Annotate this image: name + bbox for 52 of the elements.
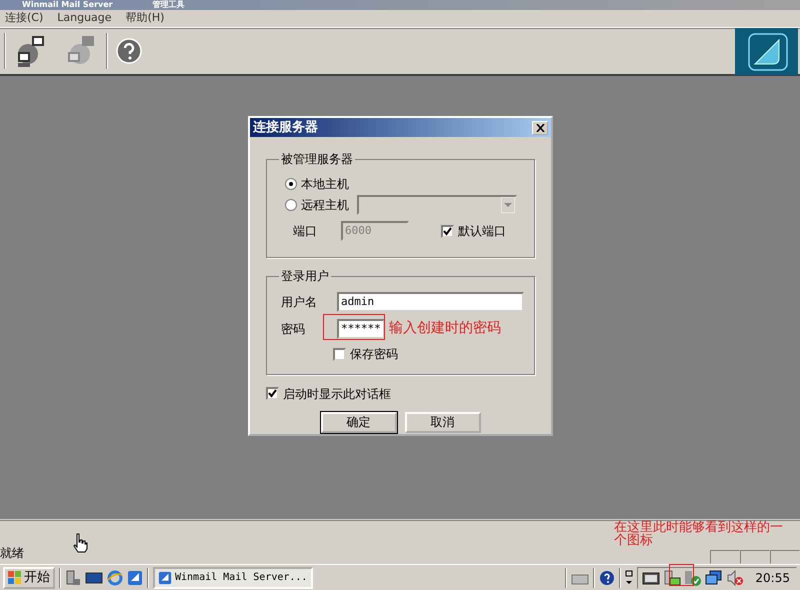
browser-icon[interactable] [107,570,123,586]
mail-app-icon [158,570,172,584]
checkbox[interactable] [266,387,279,400]
window-title: Winmail Mail Server [22,0,113,10]
clock-text: 20:55 [755,570,790,586]
desktop-icon[interactable] [85,570,103,586]
muted-speaker-icon[interactable] [726,570,744,586]
close-icon [536,124,544,132]
username-label: 用户名 [280,294,318,310]
dialog-button[interactable]: 确定 [320,412,396,433]
mail-app-icon[interactable] [127,570,143,586]
password-label: 密码 [280,320,306,338]
status-text: 就绪 [0,545,24,562]
vm-icon[interactable] [642,570,660,584]
window-switch-icon[interactable] [625,570,634,586]
logo-icon [735,28,798,74]
checkbox-label: 默认端口 [458,223,506,240]
taskbar-button[interactable]: Winmail Mail Server... [153,566,313,588]
highlight-frame [323,314,385,340]
group-label: 被管理服务器 [280,153,354,165]
help-icon[interactable] [116,38,142,64]
annotation-text: 在这里此时能够看到这样的一个图标 [614,521,784,547]
checkbox-label: 保存密码 [350,346,398,363]
menu-item[interactable]: 连接(C) [5,10,44,27]
hand-cursor-icon [72,533,88,553]
checkbox[interactable] [441,224,454,238]
network-icon[interactable] [705,570,724,586]
highlight-frame [669,564,694,586]
checkbox-label: 启动时显示此对话框 [283,386,391,402]
dialog-title: 连接服务器 [253,118,318,137]
close-button[interactable] [532,120,548,134]
mail-server-icon[interactable] [663,570,682,586]
radio-label: 本地主机 [301,176,349,192]
dropdown-arrow-icon [501,196,515,212]
server-icon[interactable] [65,570,81,586]
window-subtitle: 管理工具 [152,0,185,10]
radio-label: 远程主机 [301,196,349,214]
password-field[interactable]: ****** [337,318,385,338]
annotation-text: 输入创建时的密码 [389,320,501,337]
start-button[interactable]: 开始 [3,566,55,588]
dialog-button[interactable]: 取消 [404,412,480,433]
username-field[interactable]: admin [337,292,524,312]
menu-item[interactable]: 帮助(H) [126,10,164,27]
port-label: 端口 [292,223,318,240]
menu-item[interactable]: Language [57,10,112,27]
radio-button[interactable] [285,198,297,210]
server-check-icon[interactable] [684,570,702,586]
checkbox[interactable] [333,348,346,360]
radio-button[interactable] [285,178,297,190]
help-icon[interactable] [599,570,616,586]
windows-logo-icon [8,570,22,584]
group-label: 登录用户 [280,270,330,282]
